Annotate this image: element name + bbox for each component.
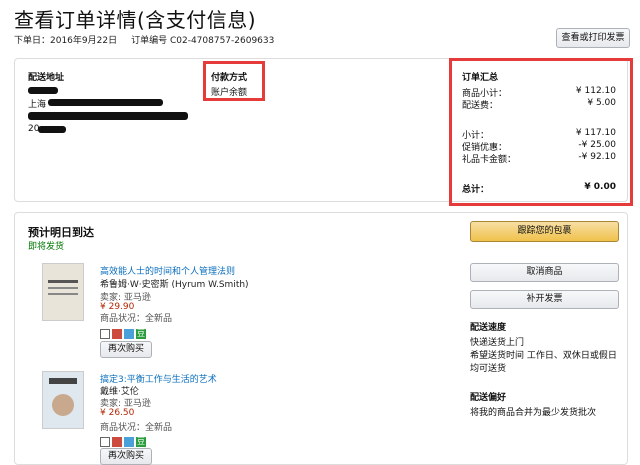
address-line-city: 上海 — [28, 100, 47, 110]
cancel-item-button[interactable]: 取消商品 — [470, 263, 619, 282]
summary-row-shipping: 配送费： ¥ 5.00 — [462, 98, 616, 111]
summary-total-label: 总计： — [462, 185, 490, 195]
summary-heading: 订单汇总 — [462, 73, 499, 83]
preference-value: 将我的商品合并为最少发货批次 — [470, 408, 597, 418]
rebuy-button-2[interactable]: 再次购买 — [100, 448, 152, 465]
item-title-1[interactable]: 高效能人士的时间和个人管理法则 — [100, 264, 235, 277]
speed-value: 快递送货上门 — [470, 338, 525, 348]
shipment-eta: 预计明日到达 — [28, 226, 94, 239]
redacted-address-2 — [28, 112, 188, 120]
shipment-status: 即将发货 — [28, 242, 65, 252]
delivery-time-value: 希望送货时间 工作日、双休日或假日均可送货 — [470, 351, 617, 374]
douban-icon[interactable]: 豆 — [136, 436, 146, 447]
redacted-postcode — [38, 126, 66, 133]
book-cover-1[interactable] — [42, 263, 84, 321]
item-price-2: ¥ 26.50 — [100, 408, 135, 418]
order-date: 下单日：2016年9月22日 — [14, 36, 118, 46]
item-icons-1: 豆 — [100, 323, 148, 342]
redacted-address-1 — [48, 99, 163, 106]
item-author-1: 希鲁姆·W·史密斯 (Hyrum W.Smith) — [100, 280, 249, 290]
print-invoice-button[interactable]: 查看或打印发票 — [556, 28, 630, 48]
payment-method: 账户余额 — [211, 88, 248, 98]
book-cover-2[interactable] — [42, 371, 84, 429]
summary-value: ¥ 5.00 — [587, 98, 616, 108]
preference-heading: 配送偏好 — [470, 393, 507, 403]
track-package-button[interactable]: 跟踪您的包裹 — [470, 221, 619, 242]
speed-heading: 配送速度 — [470, 323, 507, 333]
rebuy-button-1[interactable]: 再次购买 — [100, 341, 152, 358]
redacted-name — [28, 87, 58, 94]
summary-label: 礼品卡金额： — [462, 155, 517, 165]
summary-total-value: ¥ 0.00 — [584, 182, 616, 192]
page-title: 查看订单详情(含支付信息) — [14, 8, 257, 32]
summary-row-giftcard: 礼品卡金额： -¥ 92.10 — [462, 152, 616, 165]
summary-label: 配送费： — [462, 101, 499, 111]
summary-value: -¥ 92.10 — [578, 152, 616, 162]
order-number: 订单编号 C02-4708757-2609633 — [131, 36, 275, 46]
mail-icon[interactable] — [100, 328, 110, 339]
summary-row-grand-total: 总计： ¥ 0.00 — [462, 182, 616, 195]
star-icon[interactable] — [124, 328, 134, 339]
star-icon[interactable] — [124, 436, 134, 447]
reissue-invoice-button[interactable]: 补开发票 — [470, 290, 619, 309]
mail-icon[interactable] — [100, 436, 110, 447]
payment-heading: 付款方式 — [211, 73, 248, 83]
share-icon[interactable] — [112, 328, 122, 339]
order-meta: 下单日：2016年9月22日 订单编号 C02-4708757-2609633 — [14, 33, 274, 46]
shipping-heading: 配送地址 — [28, 73, 65, 83]
share-icon[interactable] — [112, 436, 122, 447]
douban-icon[interactable]: 豆 — [136, 328, 146, 339]
